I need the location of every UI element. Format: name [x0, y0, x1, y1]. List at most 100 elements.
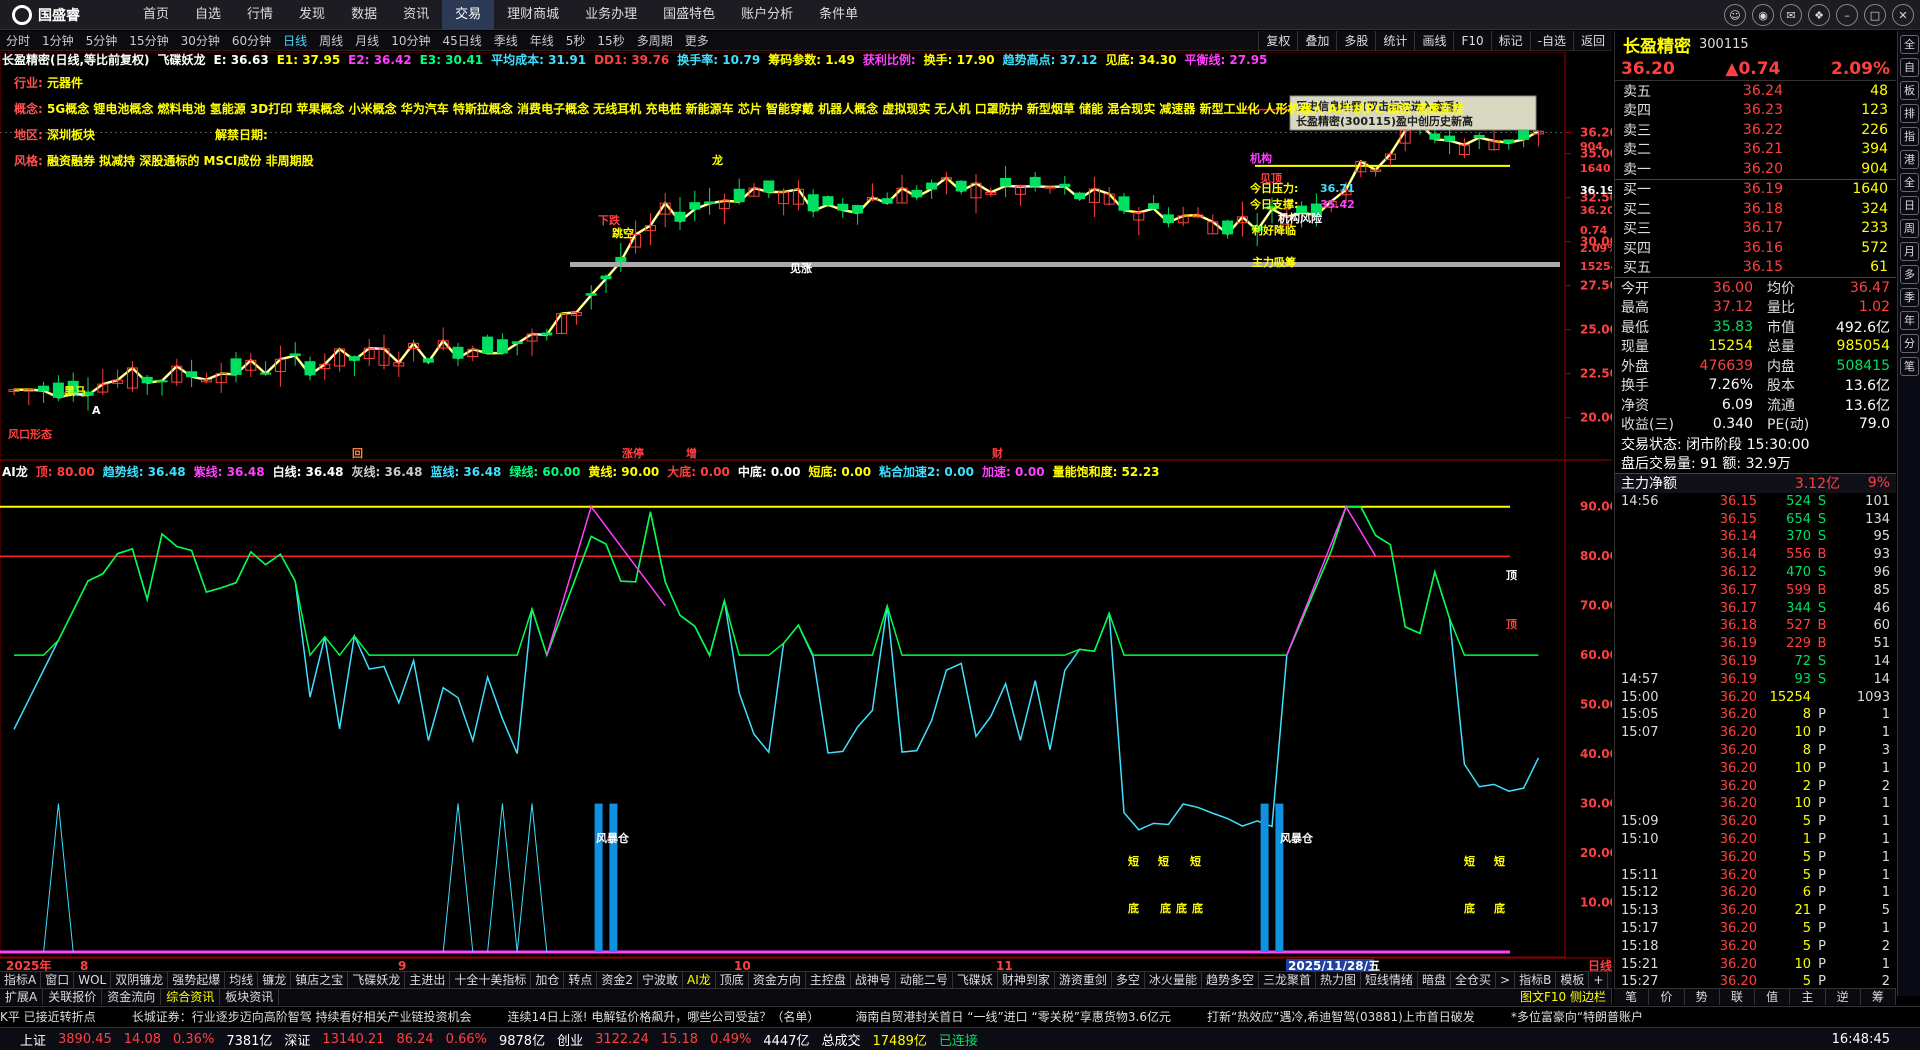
side-icon-3[interactable]: 排 — [1900, 104, 1919, 123]
panel-tab[interactable]: 联 — [1720, 989, 1755, 1005]
panel-tab[interactable]: 价 — [1649, 989, 1685, 1005]
period-3[interactable]: 15分钟 — [123, 32, 174, 49]
tick-row[interactable]: 36.14 370 S 95 — [1615, 528, 1896, 546]
chat-icon[interactable]: ☺ — [1724, 4, 1746, 26]
side-icon-14[interactable]: 笔 — [1900, 357, 1919, 376]
indicator-tab[interactable]: 飞碟妖 — [953, 972, 998, 988]
info-tab[interactable]: 板块资讯 — [220, 989, 280, 1005]
menu-item[interactable]: 行情 — [234, 0, 286, 30]
tick-row[interactable]: 36.19 229 B 51 — [1615, 635, 1896, 653]
menu-item[interactable]: 数据 — [338, 0, 390, 30]
indicator-tab[interactable]: WOL — [74, 972, 112, 988]
menu-item[interactable]: 自选 — [182, 0, 234, 30]
tick-row[interactable]: 36.14 556 B 93 — [1615, 546, 1896, 564]
side-icon-6[interactable]: 全 — [1900, 173, 1919, 192]
menu-item[interactable]: 首页 — [130, 0, 182, 30]
period-13[interactable]: 5秒 — [560, 32, 592, 49]
indicator-tab[interactable]: 加仓 — [531, 972, 565, 988]
chart-area[interactable]: 36.2035.0032.5030.0027.5025.0022.5020.00… — [0, 52, 1612, 972]
indicator-tab[interactable]: > — [1496, 972, 1516, 988]
indicator-tab[interactable]: 双阴镰龙 — [111, 972, 169, 988]
indicator-tab[interactable]: 动能二号 — [896, 972, 953, 988]
mail-icon[interactable]: ✉ — [1780, 4, 1802, 26]
tick-row[interactable]: 15:17 36.20 5 P 1 — [1615, 920, 1896, 938]
tool-8[interactable]: 返回 — [1572, 31, 1612, 51]
tick-row[interactable]: 36.20 2 P 2 — [1615, 777, 1896, 795]
kline-chart[interactable]: 36.2035.0032.5030.0027.5025.0022.5020.00… — [0, 52, 1612, 972]
tick-row[interactable]: 15:12 36.20 6 P 1 — [1615, 884, 1896, 902]
menu-item[interactable]: 资讯 — [390, 0, 442, 30]
minimize-icon[interactable]: – — [1836, 4, 1858, 26]
side-icon-9[interactable]: 月 — [1900, 242, 1919, 261]
side-icon-8[interactable]: 周 — [1900, 219, 1919, 238]
indicator-tab[interactable]: 转点 — [564, 972, 598, 988]
indicator-tab[interactable]: 趋势多空 — [1202, 972, 1259, 988]
indicator-tab[interactable]: 短线情绪 — [1361, 972, 1419, 988]
tick-row[interactable]: 36.18 527 B 60 — [1615, 617, 1896, 635]
tick-list[interactable]: 14:56 36.15 524 S 101 36.15 654 S 134 36.14 370 S 95… — [1615, 493, 1896, 991]
menu-item[interactable]: 业务办理 — [572, 0, 650, 30]
news-item[interactable]: 连续14日上涨! 电解锰价格飙升，哪些公司受益？（名单） — [508, 1010, 820, 1024]
tool-4[interactable]: 画线 — [1414, 31, 1453, 51]
tool-5[interactable]: F10 — [1453, 31, 1490, 51]
side-icon-13[interactable]: 分 — [1900, 334, 1919, 353]
panel-tab[interactable]: 值 — [1755, 989, 1791, 1005]
period-7[interactable]: 周线 — [313, 32, 349, 49]
bid-row[interactable]: 买五 36.15 61 — [1615, 258, 1896, 278]
indicator-tab[interactable]: 资金方向 — [749, 972, 806, 988]
panel-tab[interactable]: 笔 — [1614, 989, 1650, 1005]
tick-row[interactable]: 14:56 36.15 524 S 101 — [1615, 493, 1896, 511]
indicator-tab[interactable]: AI龙 — [683, 972, 716, 988]
side-icon-12[interactable]: 年 — [1900, 311, 1919, 330]
period-6[interactable]: 日线 — [277, 32, 313, 49]
menu-item[interactable]: 交易 — [442, 0, 495, 30]
news-ticker[interactable]: K平 已接近转折点 长城证券：行业逐步迈向高阶智驾 持续看好相关产业链投资机会 连续… — [0, 1006, 1920, 1026]
period-0[interactable]: 分时 — [0, 32, 36, 49]
ask-row[interactable]: 卖三 36.22 226 — [1615, 120, 1896, 140]
news-item[interactable]: 长城证券：行业逐步迈向高阶智驾 持续看好相关产业链投资机会 — [132, 1010, 472, 1024]
tool-0[interactable]: 复权 — [1258, 31, 1297, 51]
indicator-tab[interactable]: 三龙聚首 — [1259, 972, 1316, 988]
indicator-tab[interactable]: - — [1608, 972, 1612, 988]
ask-row[interactable]: 卖二 36.21 394 — [1615, 140, 1896, 160]
side-icon-11[interactable]: 季 — [1900, 288, 1919, 307]
tick-row[interactable]: 36.20 10 P 1 — [1615, 759, 1896, 777]
info-tab[interactable]: 综合资讯 — [161, 989, 221, 1005]
tool-2[interactable]: 多股 — [1336, 31, 1375, 51]
tick-row[interactable]: 15:18 36.20 5 P 2 — [1615, 937, 1896, 955]
ask-row[interactable]: 卖四 36.23 123 — [1615, 101, 1896, 121]
indicator-tab[interactable]: 主进出 — [405, 972, 451, 988]
indicator-tab[interactable]: 暗盘 — [1418, 972, 1452, 988]
tick-row[interactable]: 36.19 72 S 14 — [1615, 653, 1896, 671]
side-icon-2[interactable]: 板 — [1900, 81, 1919, 100]
skin-icon[interactable]: ❖ — [1808, 4, 1830, 26]
tick-row[interactable]: 36.17 344 S 46 — [1615, 599, 1896, 617]
tick-row[interactable]: 36.17 599 B 85 — [1615, 581, 1896, 599]
tick-row[interactable]: 15:11 36.20 5 P 1 — [1615, 866, 1896, 884]
period-9[interactable]: 10分钟 — [385, 32, 436, 49]
indicator-tab[interactable]: 热力图 — [1316, 972, 1361, 988]
indicator-tab[interactable]: 指标A — [0, 972, 42, 988]
menu-item[interactable]: 理财商城 — [494, 0, 572, 30]
period-1[interactable]: 1分钟 — [36, 32, 80, 49]
menu-item[interactable]: 国盛特色 — [650, 0, 728, 30]
sidebar-toggle[interactable]: 图文F10 侧边栏 — [1515, 989, 1612, 1005]
menu-item[interactable]: 发现 — [286, 0, 338, 30]
tick-row[interactable]: 36.20 10 P 1 — [1615, 795, 1896, 813]
tick-row[interactable]: 15:07 36.20 10 P 1 — [1615, 724, 1896, 742]
indicator-tab[interactable]: 十全十美指标 — [450, 972, 532, 988]
ask-row[interactable]: 卖一 36.20 904 — [1615, 159, 1896, 179]
tool-7[interactable]: -自选 — [1529, 31, 1573, 51]
news-item[interactable]: 海南自贸港封关首日 “一线”进口 “零关税”享惠货物3.6亿元 — [855, 1010, 1171, 1024]
period-8[interactable]: 月线 — [349, 32, 385, 49]
period-12[interactable]: 年线 — [524, 32, 560, 49]
news-item[interactable]: K平 已接近转折点 — [0, 1010, 96, 1024]
indicator-tab[interactable]: 镇店之宝 — [291, 972, 349, 988]
period-14[interactable]: 15秒 — [591, 32, 630, 49]
indicator-tab[interactable]: 宁波敢 — [638, 972, 684, 988]
news-item[interactable]: *多位富豪向“特朗普账户 — [1511, 1010, 1643, 1024]
tick-row[interactable]: 15:05 36.20 8 P 1 — [1615, 706, 1896, 724]
indicator-tab[interactable]: 窗口 — [41, 972, 75, 988]
netflow-row[interactable]: 主力净额 3.12亿 9% — [1615, 473, 1896, 493]
indicator-tab[interactable]: 冰火量能 — [1145, 972, 1202, 988]
